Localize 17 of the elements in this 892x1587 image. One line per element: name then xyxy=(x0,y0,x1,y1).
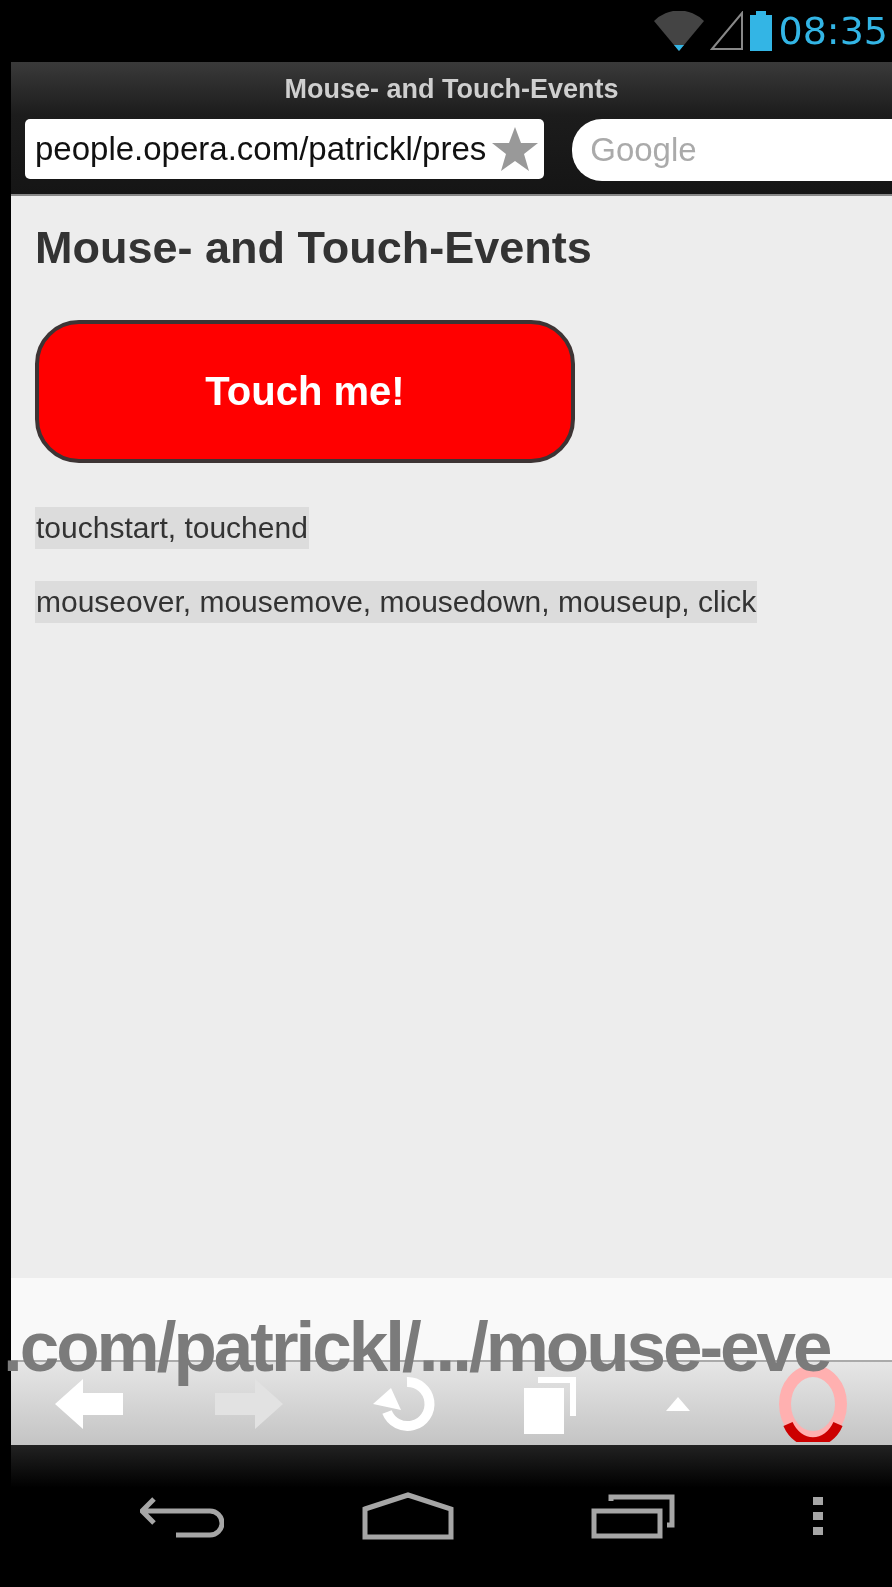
star-icon[interactable] xyxy=(492,127,539,171)
home-icon[interactable] xyxy=(361,1492,454,1540)
page-title: Mouse- and Touch-Events xyxy=(284,74,619,105)
address-field[interactable]: people.opera.com/patrickl/pres xyxy=(25,119,545,179)
recents-icon[interactable] xyxy=(591,1493,676,1539)
page-heading: Mouse- and Touch-Events xyxy=(35,222,592,274)
clock-time: 08:35 xyxy=(778,9,888,53)
event-log: touchstart, touchend xyxy=(35,507,309,549)
battery-icon xyxy=(750,11,773,51)
up-arrow-icon[interactable] xyxy=(666,1396,691,1411)
address-text: people.opera.com/patrickl/pres xyxy=(35,130,487,168)
touch-button[interactable]: Touch me! xyxy=(35,320,575,463)
menu-icon[interactable] xyxy=(813,1497,824,1535)
event-log: mouseover, mousemove, mousedown, mouseup, click xyxy=(35,581,758,623)
search-field[interactable]: Google xyxy=(572,119,892,181)
signal-icon xyxy=(710,11,745,51)
wifi-icon xyxy=(654,11,705,51)
